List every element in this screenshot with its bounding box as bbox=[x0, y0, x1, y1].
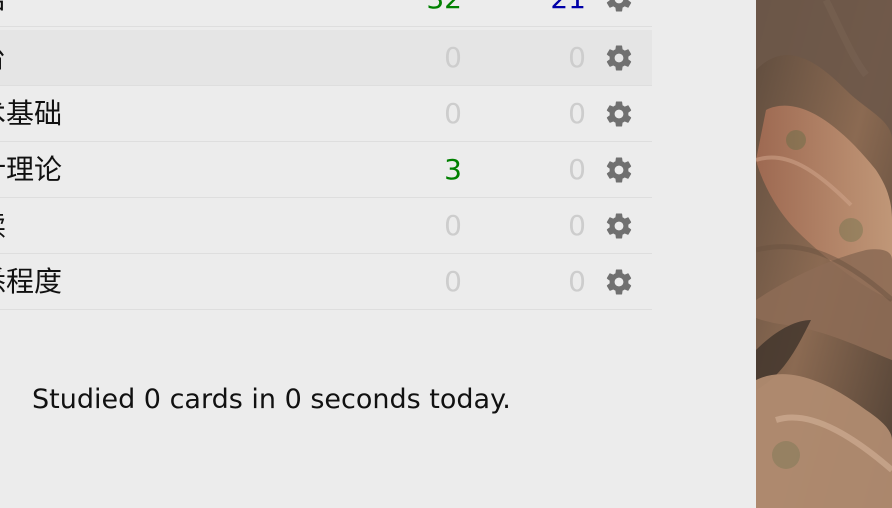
deck-row[interactable]: 术基础 0 0 bbox=[0, 86, 652, 142]
due-count: 0 bbox=[568, 265, 586, 298]
gear-icon[interactable] bbox=[604, 211, 634, 241]
deck-browser: 语 32 21 台 0 0 术基础 0 0 计理论 3 0 读 0 0 bbox=[0, 0, 756, 508]
deck-name[interactable]: 读 bbox=[0, 210, 6, 242]
deck-row[interactable]: 语 32 21 bbox=[0, 0, 652, 27]
desktop-wallpaper bbox=[756, 0, 892, 508]
gear-icon[interactable] bbox=[604, 267, 634, 297]
due-count: 0 bbox=[568, 97, 586, 130]
deck-name[interactable]: 悉程度 bbox=[0, 266, 62, 298]
new-count: 0 bbox=[444, 41, 462, 74]
deck-row[interactable]: 悉程度 0 0 bbox=[0, 254, 652, 310]
mountain-image bbox=[756, 0, 892, 508]
new-count: 32 bbox=[382, 0, 462, 15]
deck-name[interactable]: 计理论 bbox=[0, 154, 62, 186]
gear-icon[interactable] bbox=[604, 99, 634, 129]
deck-row[interactable]: 计理论 3 0 bbox=[0, 142, 652, 198]
deck-name[interactable]: 语 bbox=[0, 0, 6, 15]
new-count: 3 bbox=[444, 153, 462, 186]
deck-row[interactable]: 读 0 0 bbox=[0, 198, 652, 254]
new-count: 0 bbox=[444, 209, 462, 242]
deck-row[interactable]: 台 0 0 bbox=[0, 30, 652, 86]
gear-icon[interactable] bbox=[604, 43, 634, 73]
gear-icon[interactable] bbox=[604, 155, 634, 185]
studied-today-text: Studied 0 cards in 0 seconds today. bbox=[32, 384, 511, 415]
due-count: 0 bbox=[568, 209, 586, 242]
due-count: 0 bbox=[568, 153, 586, 186]
deck-name[interactable]: 台 bbox=[0, 42, 6, 74]
new-count: 0 bbox=[444, 265, 462, 298]
due-count: 0 bbox=[568, 41, 586, 74]
deck-name[interactable]: 术基础 bbox=[0, 98, 62, 130]
due-count: 21 bbox=[506, 0, 586, 15]
gear-icon[interactable] bbox=[604, 0, 634, 14]
new-count: 0 bbox=[444, 97, 462, 130]
